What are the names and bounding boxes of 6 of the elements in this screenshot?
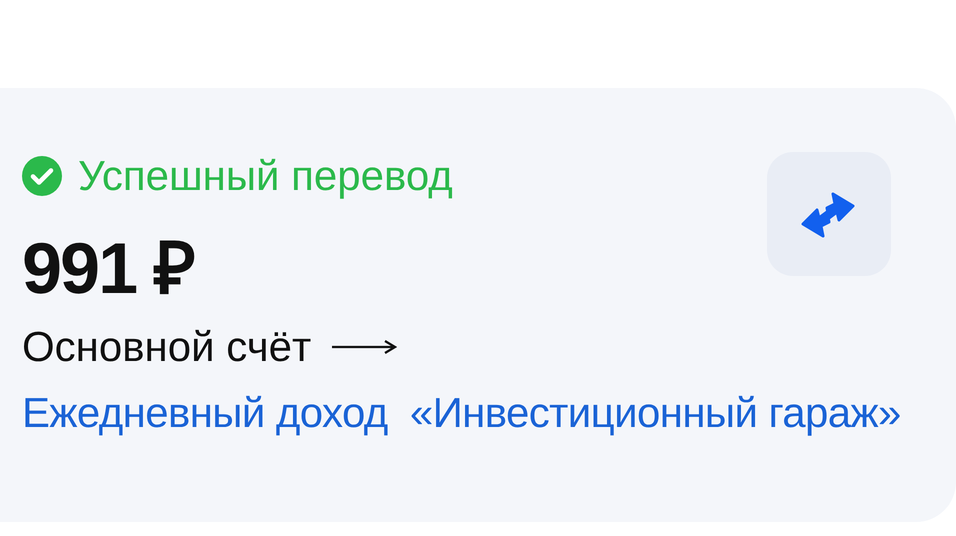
transfer-button[interactable] xyxy=(767,152,891,276)
amount: 991 ₽ xyxy=(22,232,194,306)
description-link[interactable]: Ежедневный доход «Инвестиционный гараж» xyxy=(22,388,901,438)
arrow-icon xyxy=(331,339,398,355)
status-text: Успешный перевод xyxy=(78,154,453,198)
account-name: Основной счёт xyxy=(22,322,312,372)
